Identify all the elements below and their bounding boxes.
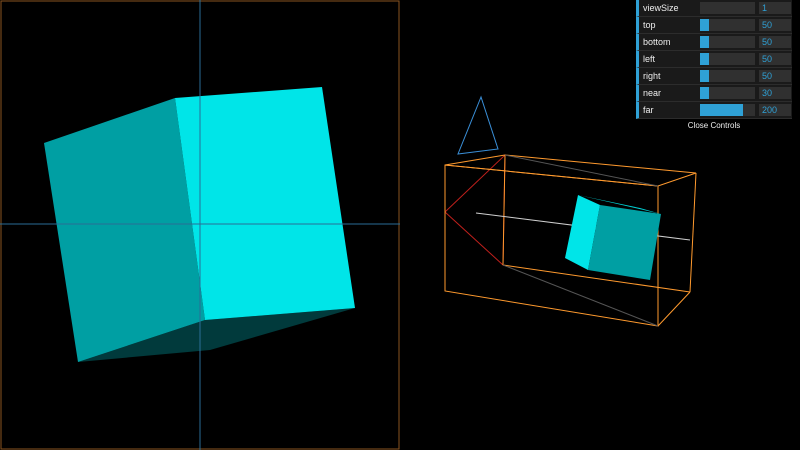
controls-panel: viewSize 1 top 50 bottom 50 left 50 right 50 near 3… — [636, 0, 792, 133]
near-plane-lines — [444, 153, 506, 267]
control-slider[interactable] — [700, 19, 755, 31]
control-slider[interactable] — [700, 87, 755, 99]
control-label: bottom — [643, 37, 671, 47]
small-cube-dark-face — [588, 205, 661, 280]
control-row-right: right 50 — [636, 68, 792, 85]
slider-fill — [700, 70, 709, 82]
slider-fill — [700, 36, 709, 48]
slider-fill — [700, 19, 709, 31]
slider-fill — [700, 53, 709, 65]
control-label: left — [643, 54, 656, 64]
control-row-viewsize: viewSize 1 — [636, 0, 792, 17]
slider-fill — [700, 104, 743, 116]
controls-list: viewSize 1 top 50 bottom 50 left 50 right 50 near 3… — [636, 0, 792, 119]
control-value-input[interactable]: 200 — [759, 104, 791, 116]
control-slider[interactable] — [700, 104, 755, 116]
slider-fill — [700, 87, 709, 99]
control-value-input[interactable]: 50 — [759, 36, 791, 48]
control-slider[interactable] — [700, 53, 755, 65]
cube-light-face — [175, 87, 355, 320]
control-row-bottom: bottom 50 — [636, 34, 792, 51]
control-label: viewSize — [643, 3, 679, 13]
control-row-far: far 200 — [636, 102, 792, 119]
control-row-top: top 50 — [636, 17, 792, 34]
control-row-left: left 50 — [636, 51, 792, 68]
control-value-input[interactable]: 50 — [759, 19, 791, 31]
control-slider[interactable] — [700, 36, 755, 48]
control-slider[interactable] — [700, 2, 755, 14]
camera-helper-icon — [457, 95, 499, 155]
control-label: top — [643, 20, 656, 30]
left-viewport — [0, 0, 400, 450]
control-label: near — [643, 88, 662, 98]
close-controls-button[interactable]: Close Controls — [636, 119, 792, 133]
control-label: right — [643, 71, 661, 81]
control-slider[interactable] — [700, 70, 755, 82]
control-value-input[interactable]: 1 — [759, 2, 791, 14]
control-value-input[interactable]: 30 — [759, 87, 791, 99]
control-value-input[interactable]: 50 — [759, 53, 791, 65]
control-label: far — [643, 105, 654, 115]
control-row-near: near 30 — [636, 85, 792, 102]
control-value-input[interactable]: 50 — [759, 70, 791, 82]
